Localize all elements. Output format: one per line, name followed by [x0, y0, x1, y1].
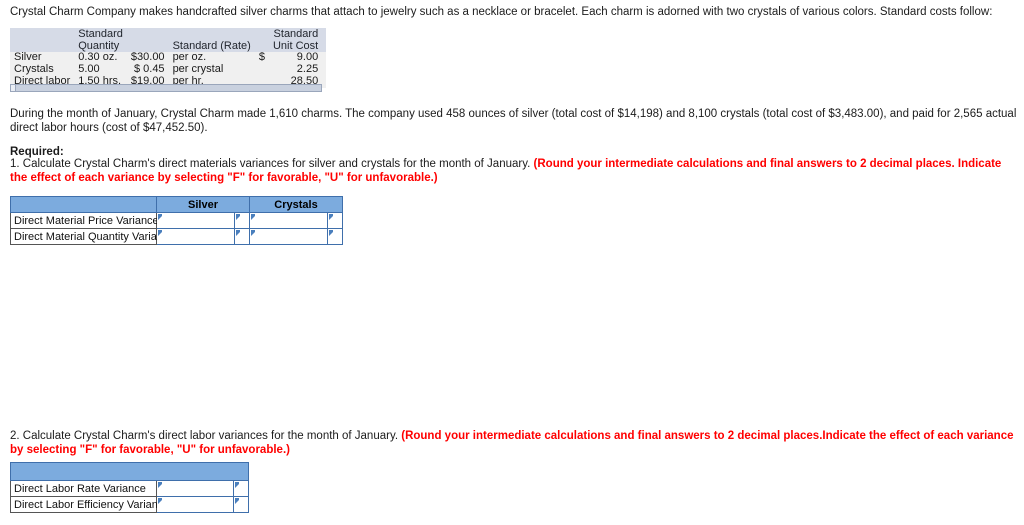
materials-header-silver: Silver [156, 196, 250, 213]
materials-variance-table: Silver Crystals Direct Material Price Va… [10, 196, 344, 245]
row-rate-amount: $30.00 [126, 52, 169, 64]
header-unit-spacer [254, 28, 269, 52]
dropdown-quantity-variance-crystals-effect[interactable] [326, 228, 344, 245]
materials-header-crystals: Crystals [248, 196, 344, 213]
row-unit-cost-symbol [254, 64, 269, 76]
dropdown-price-variance-silver-effect[interactable] [234, 212, 250, 229]
standard-cost-table-container: Standard Quantity Standard (Rate) Standa… [10, 28, 327, 88]
requirement-2: 2. Calculate Crystal Charm's direct labo… [10, 429, 1018, 457]
header-standard-unit-cost: Standard Unit Cost [268, 28, 327, 52]
header-standard-quantity: Standard Quantity [74, 28, 127, 52]
table-row: Direct Labor Efficiency Variance [10, 496, 250, 513]
row-unit-cost: 2.25 [268, 64, 327, 76]
row-label-direct-labor-rate-variance: Direct Labor Rate Variance [10, 480, 157, 497]
header-blank [10, 28, 75, 52]
header-standard-quantity-line1: Standard [78, 28, 123, 40]
row-label-direct-labor-efficiency-variance: Direct Labor Efficiency Variance [10, 496, 170, 513]
row-unit-cost-symbol: $ [254, 52, 269, 64]
row-unit-cost: 9.00 [268, 52, 327, 64]
row-rate-unit: per crystal [168, 64, 255, 76]
input-price-variance-crystals-value[interactable] [249, 212, 328, 229]
table-row: Crystals 5.00 $ 0.45 per crystal 2.25 [10, 64, 327, 76]
dropdown-quantity-variance-silver-effect[interactable] [234, 228, 250, 245]
table-row: Direct Labor Rate Variance [10, 480, 250, 497]
row-label: Crystals [10, 64, 75, 76]
header-standard-unit-cost-line1: Standard [273, 28, 319, 40]
row-rate-unit: per oz. [168, 52, 255, 64]
input-labor-efficiency-variance-value[interactable] [156, 496, 234, 513]
input-price-variance-silver-value[interactable] [156, 212, 235, 229]
requirement-2-text: 2. Calculate Crystal Charm's direct labo… [10, 430, 399, 442]
table-row: Direct Material Price Variance [10, 212, 344, 229]
dropdown-labor-rate-variance-effect[interactable] [232, 480, 250, 497]
row-quantity: 0.30 oz. [74, 52, 127, 64]
row-rate-amount: $ 0.45 [126, 64, 169, 76]
header-standard-rate: Standard (Rate) [168, 28, 255, 52]
header-rate-spacer [126, 28, 169, 52]
row-label-direct-material-quantity-variance: Direct Material Quantity Variance [10, 228, 175, 245]
table-row: Silver 0.30 oz. $30.00 per oz. $ 9.00 [10, 52, 327, 64]
requirement-1-text: 1. Calculate Crystal Charm's direct mate… [10, 158, 531, 170]
row-quantity: 5.00 [74, 64, 127, 76]
labor-table-header-row [9, 462, 250, 481]
scrollbar-thumb[interactable] [11, 85, 16, 91]
labor-variance-table: Direct Labor Rate Variance Direct Labor … [9, 462, 250, 513]
row-label-direct-material-price-variance: Direct Material Price Variance [10, 212, 159, 229]
materials-table-header-row: Silver Crystals [10, 196, 344, 213]
dropdown-price-variance-crystals-effect[interactable] [326, 212, 344, 229]
row-label: Silver [10, 52, 75, 64]
intro-paragraph: Crystal Charm Company makes handcrafted … [10, 6, 993, 18]
standard-cost-header-row: Standard Quantity Standard (Rate) Standa… [10, 28, 327, 52]
labor-header-blank [9, 462, 250, 481]
materials-header-blank [10, 196, 157, 213]
standard-cost-table: Standard Quantity Standard (Rate) Standa… [10, 28, 327, 88]
input-labor-rate-variance-value[interactable] [156, 480, 234, 497]
table-horizontal-scrollbar[interactable] [10, 84, 322, 92]
table-row: Direct Material Quantity Variance [10, 228, 344, 245]
input-quantity-variance-silver-value[interactable] [156, 228, 235, 245]
input-quantity-variance-crystals-value[interactable] [249, 228, 328, 245]
requirement-1: 1. Calculate Crystal Charm's direct mate… [10, 157, 1018, 185]
dropdown-labor-efficiency-variance-effect[interactable] [232, 496, 250, 513]
usage-paragraph: During the month of January, Crystal Cha… [10, 108, 1017, 134]
